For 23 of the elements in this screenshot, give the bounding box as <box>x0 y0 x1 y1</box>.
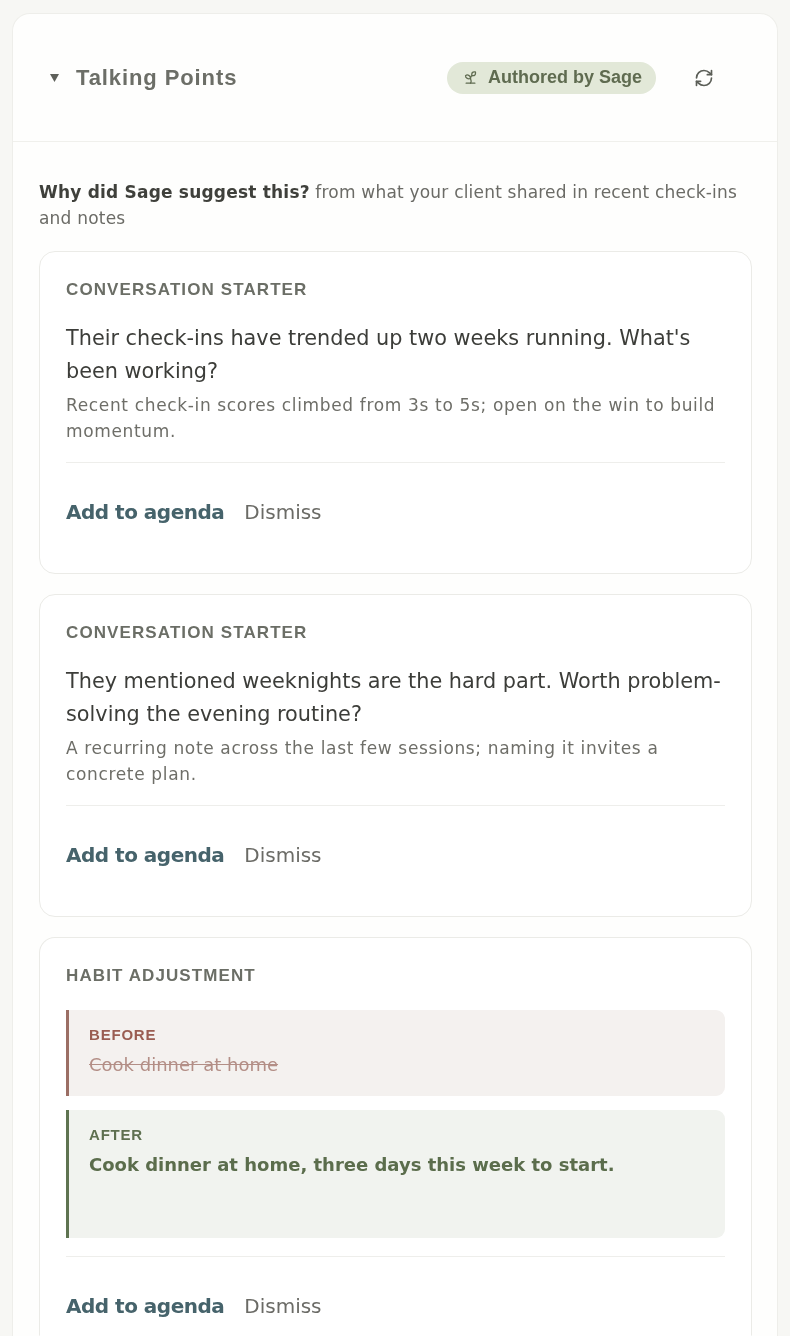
add-to-agenda-button[interactable]: Add to agenda <box>66 492 225 532</box>
dismiss-button[interactable]: Dismiss <box>244 1286 322 1326</box>
add-to-agenda-button[interactable]: Add to agenda <box>66 835 225 875</box>
sprout-icon <box>462 70 478 85</box>
talking-point-rationale: A recurring note across the last few sessions; naming it invites a concrete plan. <box>66 737 660 786</box>
after-label: AFTER <box>89 1126 144 1144</box>
card-category: CONVERSATION STARTER <box>66 280 309 300</box>
add-to-agenda-button[interactable]: Add to agenda <box>66 1286 225 1326</box>
card-category: HABIT ADJUSTMENT <box>66 966 257 986</box>
dismiss-button[interactable]: Dismiss <box>244 835 322 875</box>
suggestion-explanation: Why did Sage suggest this? from what your client shared in recent check-ins and notes <box>39 181 739 230</box>
before-habit-text: Cook dinner at home <box>89 1053 280 1077</box>
talking-point-rationale: Recent check-in scores climbed from 3s to 5s; open on the win to build momentum. <box>66 394 717 443</box>
talking-point-prompt: They mentioned weeknights are the hard part. Worth problem-solving the evening routine? <box>66 668 722 728</box>
caret-icon[interactable] <box>50 73 59 82</box>
before-label: BEFORE <box>89 1026 158 1044</box>
dismiss-button[interactable]: Dismiss <box>244 492 322 532</box>
badge-label: Authored by Sage <box>487 67 642 88</box>
after-habit-text: Cook dinner at home, three days this week to start. <box>89 1153 616 1177</box>
section-title: Talking Points <box>76 64 239 91</box>
card-category: CONVERSATION STARTER <box>66 623 309 643</box>
refresh-icon <box>694 67 714 88</box>
talking-point-prompt: Their check-ins have trended up two weeks running. What's been working? <box>66 325 692 385</box>
